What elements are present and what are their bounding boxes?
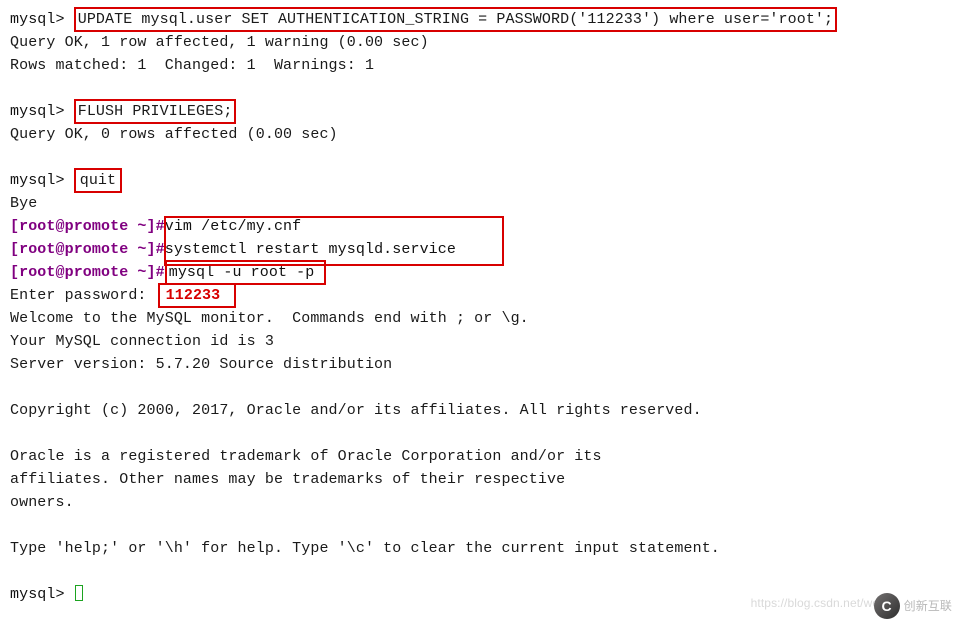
password-box: 112233 (158, 283, 237, 308)
shell-prompt: [root@promote ~]# (10, 241, 165, 258)
watermark-logo-icon: C (874, 593, 900, 619)
line-flush-result: Query OK, 0 rows affected (0.00 sec) (10, 123, 950, 146)
blank (10, 376, 950, 399)
conn-id: Your MySQL connection id is 3 (10, 330, 950, 353)
help-line: Type 'help;' or '\h' for help. Type '\c'… (10, 537, 950, 560)
server-version: Server version: 5.7.20 Source distributi… (10, 353, 950, 376)
line-sql-update: mysql> UPDATE mysql.user SET AUTHENTICAT… (10, 8, 950, 31)
blank (10, 422, 950, 445)
mysql-prompt: mysql> (10, 172, 65, 189)
trademark2: affiliates. Other names may be trademark… (10, 468, 950, 491)
sql-flush-box: FLUSH PRIVILEGES; (74, 99, 237, 124)
line-shell1: [root@promote ~]#vim /etc/my.cnf (10, 215, 950, 238)
line-update-result1: Query OK, 1 row affected, 1 warning (0.0… (10, 31, 950, 54)
copyright: Copyright (c) 2000, 2017, Oracle and/or … (10, 399, 950, 422)
line-update-result2: Rows matched: 1 Changed: 1 Warnings: 1 (10, 54, 950, 77)
blank (10, 77, 950, 100)
sql-quit-box: quit (74, 168, 122, 193)
line-shell2: [root@promote ~]#systemctl restart mysql… (10, 238, 950, 261)
trademark3: owners. (10, 491, 950, 514)
watermark-brand: 创新互联 (904, 595, 952, 618)
sql-update-box: UPDATE mysql.user SET AUTHENTICATION_STR… (74, 7, 837, 32)
enter-password-label: Enter password: (10, 287, 147, 304)
blank (10, 514, 950, 537)
blank (10, 146, 950, 169)
shell-cmd2: systemctl restart mysqld.service (165, 241, 456, 258)
cursor-icon (75, 585, 83, 601)
sql-quit-text: quit (80, 172, 116, 189)
line-shell3: [root@promote ~]#mysql -u root -p (10, 261, 950, 284)
sql-flush-text: FLUSH PRIVILEGES; (78, 103, 233, 120)
trademark1: Oracle is a registered trademark of Orac… (10, 445, 950, 468)
mysql-prompt: mysql> (10, 586, 65, 603)
csdn-url: https://blog.csdn.net/weix (751, 592, 888, 615)
welcome: Welcome to the MySQL monitor. Commands e… (10, 307, 950, 330)
line-flush: mysql> FLUSH PRIVILEGES; (10, 100, 950, 123)
watermark: C 创新互联 (874, 593, 952, 619)
shell-prompt: [root@promote ~]# (10, 264, 165, 281)
line-quit: mysql> quit (10, 169, 950, 192)
mysql-prompt: mysql> (10, 103, 65, 120)
line-enter-password: Enter password: 112233 (10, 284, 950, 307)
shell-cmd3-box: mysql -u root -p (165, 260, 327, 285)
shell-prompt: [root@promote ~]# (10, 218, 165, 235)
shell-cmd3: mysql -u root -p (169, 264, 315, 281)
shell-cmd1: vim /etc/my.cnf (165, 218, 302, 235)
line-bye: Bye (10, 192, 950, 215)
sql-update-text: UPDATE mysql.user SET AUTHENTICATION_STR… (78, 11, 833, 28)
mysql-prompt: mysql> (10, 11, 65, 28)
blank (10, 560, 950, 583)
